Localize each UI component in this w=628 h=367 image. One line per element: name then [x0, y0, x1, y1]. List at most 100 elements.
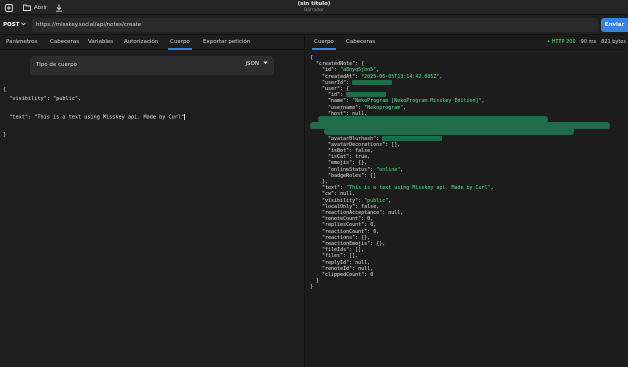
- json-key: "user": [322, 86, 341, 92]
- json-key: "cw": [322, 191, 335, 198]
- response-line: "localOnly": false,: [322, 204, 379, 210]
- body-type-select[interactable]: Tipo de cuerpo JSON: [30, 56, 274, 75]
- response-line: "user": {: [322, 86, 349, 92]
- window-title: (sin título): [297, 1, 331, 7]
- response-line: {: [310, 55, 313, 61]
- redacted-value: [382, 135, 443, 141]
- tab-params[interactable]: Parámetros: [6, 35, 37, 50]
- response-line: "visibility": "public",: [322, 198, 391, 204]
- request-bar: POST Enviar: [0, 15, 628, 35]
- json-punct: ,: [382, 241, 386, 247]
- window-subtitle: Borrador: [304, 7, 324, 13]
- json-value: false: [355, 148, 371, 154]
- json-key: "repliesCount": [322, 222, 365, 229]
- json-punct: : {: [355, 61, 365, 68]
- json-punct: }: [310, 284, 314, 291]
- response-line: "reactions": {},: [322, 235, 370, 241]
- response-line: "reactionAcceptance": null,: [322, 210, 403, 216]
- response-line: "text": "This is a text using Misskey ap…: [322, 185, 494, 191]
- json-key: "onlineStatus": [328, 166, 371, 173]
- tab-export[interactable]: Exportar petición: [203, 35, 250, 50]
- json-key: "userId": [322, 79, 347, 86]
- json-punct: ,: [490, 185, 494, 192]
- json-key: "avatarDecorations": [328, 141, 386, 148]
- response-line: "createdNote": {: [316, 61, 364, 67]
- editor-line: "visibility": "public",: [3, 96, 82, 102]
- json-key: "isCat": [328, 154, 350, 161]
- response-line: "avatarBlurhash":: [328, 135, 443, 142]
- json-key: "isBot": [328, 148, 350, 154]
- response-line: },: [322, 179, 328, 185]
- status-code: • HTTP 200: [547, 39, 576, 45]
- method-label: POST: [3, 22, 20, 28]
- url-input[interactable]: [32, 18, 598, 32]
- response-line: }: [310, 284, 313, 290]
- json-string: "Nekoprogram": [364, 104, 404, 111]
- json-key: "reactionCount": [322, 228, 368, 235]
- json-punct: ,: [400, 166, 404, 173]
- json-key: "id": [328, 92, 341, 99]
- response-line: "files": [],: [322, 253, 358, 259]
- json-key: "avatarBlurhash": [328, 135, 377, 142]
- json-punct: ,: [373, 222, 377, 229]
- json-key: "text": [322, 185, 341, 192]
- chevron-down-icon: [263, 61, 268, 67]
- json-punct: ,: [370, 265, 374, 272]
- response-line: "isCat": true,: [328, 154, 370, 160]
- editor-line: {: [3, 87, 7, 93]
- tab-response-body[interactable]: Cuerpo: [312, 35, 336, 50]
- json-value: null: [388, 210, 401, 216]
- json-string: "public": [364, 197, 389, 204]
- response-tabs: Cuerpo Cabeceras • HTTP 200 90 ms 821 by…: [306, 35, 628, 50]
- request-body-editor[interactable]: { "visibility": "public", "text": "This …: [0, 87, 305, 367]
- json-punct: ,: [388, 197, 392, 204]
- json-key: "clippedCount": [322, 272, 365, 278]
- json-string: "a8nyq5jbo5": [340, 67, 377, 74]
- tab-variables[interactable]: Variables: [88, 35, 113, 50]
- tab-body[interactable]: Cuerpo: [168, 35, 192, 50]
- json-punct: ,: [370, 148, 374, 154]
- json-value: null: [340, 191, 353, 198]
- response-line: "id":: [328, 92, 387, 99]
- json-string: "2025-06-05T13:14:42.085Z": [361, 73, 440, 80]
- response-line: "reactionCount": 0,: [322, 229, 379, 235]
- response-line: "username": "Nekoprogram",: [328, 105, 406, 111]
- redacted-block: [324, 128, 574, 136]
- response-line: "renoteId": null,: [322, 266, 373, 272]
- json-punct: ,: [364, 160, 368, 167]
- response-line: "cw": null,: [322, 191, 355, 197]
- json-punct: ,: [481, 98, 485, 105]
- response-body-viewer[interactable]: {"createdNote": { "id": "a8nyq5jbo5", "cre…: [310, 55, 626, 365]
- response-line: "fileIds": [],: [322, 247, 364, 253]
- json-punct: ,: [400, 210, 404, 216]
- json-key: "name": [328, 98, 347, 105]
- request-panel: Parámetros Cabeceras Variables Autorizac…: [0, 35, 305, 367]
- window-title-block: (sin título) Borrador: [0, 0, 628, 13]
- tab-authorization[interactable]: Autorización: [124, 35, 158, 50]
- send-button[interactable]: Enviar: [601, 18, 628, 32]
- json-punct: ,: [376, 67, 380, 74]
- response-time: 90 ms: [580, 39, 597, 45]
- tab-response-headers[interactable]: Cabeceras: [346, 35, 375, 50]
- response-line: "clippedCount": 0: [322, 272, 373, 278]
- json-punct: },: [322, 179, 329, 185]
- json-key: "username": [328, 104, 359, 111]
- json-key: "renoteCount": [322, 216, 362, 223]
- json-key: "fileIds": [322, 247, 350, 254]
- json-key: "badgeRoles": [328, 172, 365, 179]
- json-value: false: [361, 203, 377, 210]
- json-value: null: [358, 265, 371, 272]
- json-punct: {: [310, 55, 314, 61]
- json-punct: ,: [376, 203, 380, 210]
- json-string: "This is a text using Misskey api. Made …: [346, 185, 491, 192]
- json-key: "createdNote": [316, 61, 356, 68]
- response-line: }: [316, 278, 319, 284]
- json-punct: }: [316, 278, 320, 285]
- tab-headers[interactable]: Cabeceras: [50, 35, 79, 50]
- json-punct: ,: [355, 253, 359, 260]
- response-line: "emojis": {},: [328, 160, 367, 166]
- redacted-value: [352, 79, 393, 85]
- method-select[interactable]: POST: [3, 19, 31, 31]
- json-value: []: [370, 172, 377, 179]
- response-line: "name": "NekoProgram [NekoProgram Misske…: [328, 98, 485, 104]
